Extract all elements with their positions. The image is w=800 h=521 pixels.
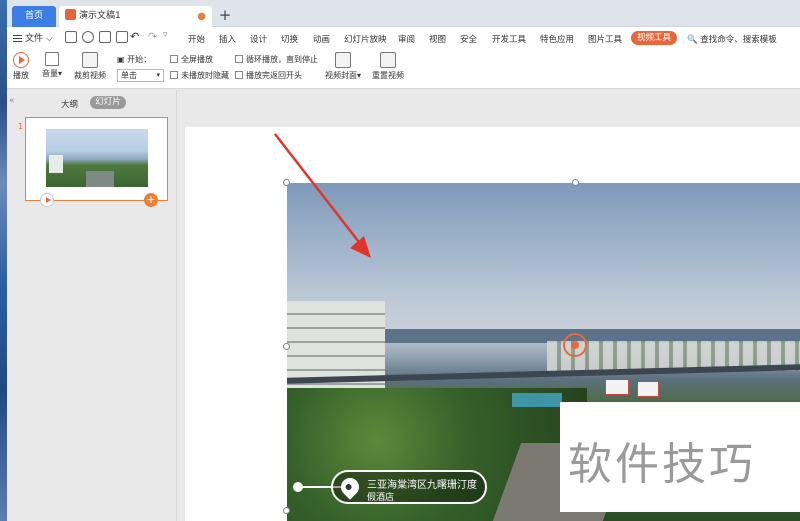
arrow-head (350, 236, 371, 258)
arrow-shaft (274, 133, 363, 247)
annotation-arrow (274, 133, 371, 258)
